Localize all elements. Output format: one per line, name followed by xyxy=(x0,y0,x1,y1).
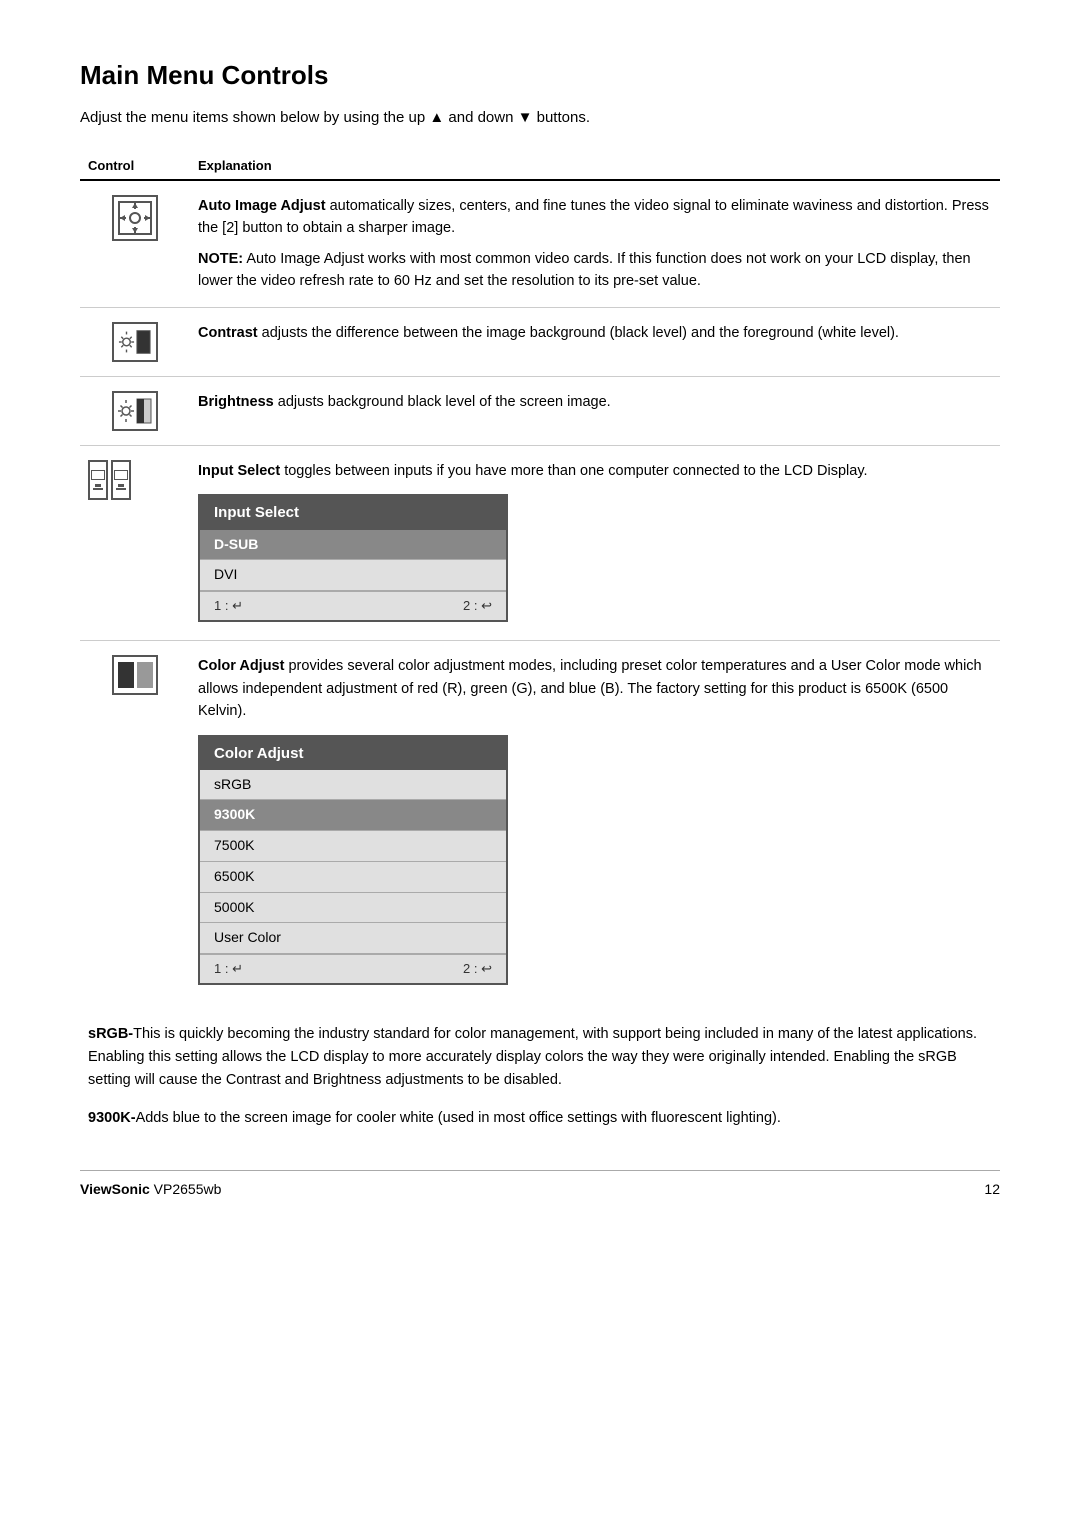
explanation-contrast: Contrast adjusts the difference between … xyxy=(190,307,1000,376)
explanation-color-adjust: Color Adjust provides several color adju… xyxy=(190,641,1000,1003)
osd-item-user-color: User Color xyxy=(200,923,506,954)
icon-cell-color-adjust xyxy=(80,641,190,1003)
osd-item-5000k: 5000K xyxy=(200,893,506,924)
osd-color-footer-left: 1 : ↵ xyxy=(214,959,243,979)
footer-brand: ViewSonic VP2655wb xyxy=(80,1181,221,1197)
icon-cell-input-select xyxy=(80,445,190,640)
col-header-explanation: Explanation xyxy=(190,154,1000,180)
osd-item-9300k: 9300K xyxy=(200,800,506,831)
extra-content: sRGB-This is quickly becoming the indust… xyxy=(80,1023,1000,1130)
icon-cell-auto-image xyxy=(80,180,190,307)
icon-rect-mid xyxy=(137,662,153,688)
auto-image-adjust-icon xyxy=(112,195,158,241)
explanation-brightness: Brightness adjusts background black leve… xyxy=(190,376,1000,445)
osd-footer: 1 : ↵ 2 : ↩ xyxy=(200,591,506,620)
table-row: Color Adjust provides several color adju… xyxy=(80,641,1000,1003)
page-number: 12 xyxy=(984,1181,1000,1197)
osd-item-dvi: DVI xyxy=(200,560,506,591)
controls-table: Control Explanation xyxy=(80,154,1000,1003)
srgb-paragraph: sRGB-This is quickly becoming the indust… xyxy=(88,1023,1000,1093)
icon-cell-brightness xyxy=(80,376,190,445)
osd-item-srgb: sRGB xyxy=(200,770,506,801)
page-title: Main Menu Controls xyxy=(80,60,1000,91)
color-adjust-icon xyxy=(112,655,158,695)
col-header-control: Control xyxy=(80,154,190,180)
osd-item-dsub: D-SUB xyxy=(200,530,506,561)
osd-color-footer: 1 : ↵ 2 : ↩ xyxy=(200,954,506,983)
input-select-osd: Input Select D-SUB DVI 1 : ↵ 2 : ↩ xyxy=(198,494,508,622)
brightness-icon xyxy=(112,391,158,431)
intro-paragraph: Adjust the menu items shown below by usi… xyxy=(80,109,1000,126)
osd-title: Input Select xyxy=(200,496,506,529)
table-row: Brightness adjusts background black leve… xyxy=(80,376,1000,445)
osd-footer-right: 2 : ↩ xyxy=(463,596,492,616)
icon-cell-contrast xyxy=(80,307,190,376)
osd-footer-left: 1 : ↵ xyxy=(214,596,243,616)
osd-item-7500k: 7500K xyxy=(200,831,506,862)
icon-rect-dark xyxy=(118,662,134,688)
osd-color-footer-right: 2 : ↩ xyxy=(463,959,492,979)
color-adjust-osd: Color Adjust sRGB 9300K 7500K 6500K 5000… xyxy=(198,735,508,986)
table-row: Input Select toggles between inputs if y… xyxy=(80,445,1000,640)
input-select-icon xyxy=(88,460,182,500)
table-row: Contrast adjusts the difference between … xyxy=(80,307,1000,376)
osd-color-title: Color Adjust xyxy=(200,737,506,770)
table-row: Auto Image Adjust automatically sizes, c… xyxy=(80,180,1000,307)
model-name: VP2655wb xyxy=(154,1181,222,1197)
osd-item-6500k: 6500K xyxy=(200,862,506,893)
contrast-icon xyxy=(112,322,158,362)
explanation-input-select: Input Select toggles between inputs if y… xyxy=(190,445,1000,640)
footer-bar: ViewSonic VP2655wb 12 xyxy=(80,1170,1000,1197)
9300k-paragraph: 9300K-Adds blue to the screen image for … xyxy=(88,1107,1000,1130)
explanation-auto-image: Auto Image Adjust automatically sizes, c… xyxy=(190,180,1000,307)
brand-name: ViewSonic xyxy=(80,1181,150,1197)
